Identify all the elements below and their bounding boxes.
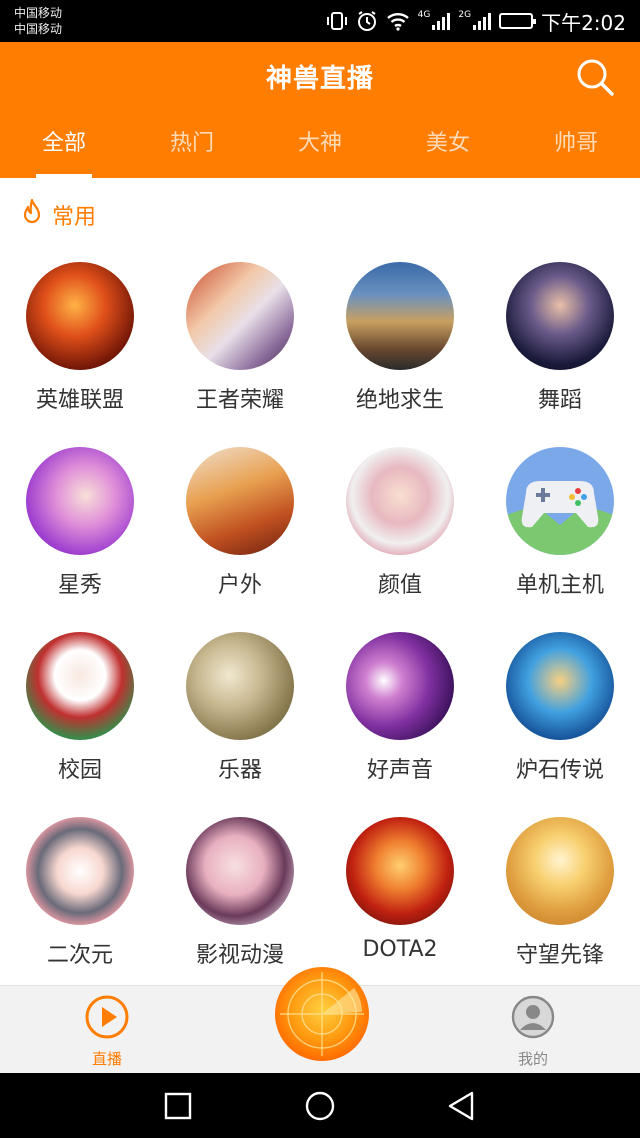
vibrate-icon [326, 11, 348, 31]
category-label: 守望先锋 [515, 943, 604, 968]
alarm-icon [356, 10, 378, 32]
dance-thumbnail [506, 262, 614, 370]
user-avatar-icon [483, 994, 583, 1044]
category-label: 王者荣耀 [195, 388, 284, 413]
nav-mine-label: 我的 [517, 1050, 548, 1068]
category-label: 影视动漫 [195, 943, 284, 968]
flame-icon [20, 198, 44, 232]
anime-thumbnail [26, 817, 134, 925]
lol-thumbnail [26, 262, 134, 370]
battery-icon [499, 13, 537, 29]
category-anime[interactable]: 二次元 [0, 817, 160, 1002]
category-outdoor[interactable]: 户外 [160, 447, 320, 632]
good-voice-thumbnail [346, 632, 454, 740]
outdoor-thumbnail [186, 447, 294, 555]
carrier-info: 中国移动 中国移动 [14, 5, 62, 37]
honor-of-kings-thumbnail [186, 262, 294, 370]
category-overwatch[interactable]: 守望先锋 [480, 817, 640, 1002]
category-label: 乐器 [217, 758, 262, 783]
category-grid: 英雄联盟 王者荣耀 绝地求生 舞蹈 星秀 户外 颜值 单机主机 校园 乐器 好声… [0, 262, 640, 1002]
clock: 下午2:02 [541, 10, 626, 35]
network-type-1: 4G [417, 10, 431, 20]
category-label: 绝地求生 [355, 388, 444, 413]
instruments-thumbnail [186, 632, 294, 740]
category-dance[interactable]: 舞蹈 [480, 262, 640, 447]
looks-thumbnail [346, 447, 454, 555]
category-pubg[interactable]: 绝地求生 [320, 262, 480, 447]
film-animation-thumbnail [186, 817, 294, 925]
category-good-voice[interactable]: 好声音 [320, 632, 480, 817]
search-icon[interactable] [574, 56, 616, 98]
category-tabs: 全部 热门 大神 美女 帅哥 [0, 124, 640, 178]
category-looks[interactable]: 颜值 [320, 447, 480, 632]
nav-mine[interactable]: 我的 [483, 994, 583, 1069]
radar-icon[interactable] [274, 966, 370, 1062]
carrier-1: 中国移动 [14, 6, 63, 20]
category-label: 校园 [57, 758, 102, 783]
category-label: 二次元 [46, 943, 113, 968]
star-show-thumbnail [26, 447, 134, 555]
home-icon[interactable] [302, 1088, 338, 1128]
network-type-2: 2G [458, 10, 472, 20]
campus-thumbnail [26, 632, 134, 740]
tab-hot[interactable]: 热门 [128, 124, 256, 178]
status-icons: 4G 2G 下午2:02 [326, 8, 626, 35]
app-header: 神兽直播 全部 热门 大神 美女 帅哥 [0, 42, 640, 178]
category-campus[interactable]: 校园 [0, 632, 160, 817]
nav-live[interactable]: 直播 [57, 994, 157, 1069]
category-label: 舞蹈 [537, 388, 582, 413]
signal-1-icon [432, 12, 451, 30]
gamepad-icon [506, 447, 614, 555]
recent-apps-icon[interactable] [162, 1090, 194, 1126]
category-console[interactable]: 单机主机 [480, 447, 640, 632]
carrier-2: 中国移动 [14, 22, 63, 36]
category-label: 好声音 [366, 758, 433, 783]
tab-beauties[interactable]: 美女 [384, 124, 512, 178]
hearthstone-thumbnail [506, 632, 614, 740]
play-circle-icon [57, 994, 157, 1044]
category-label: 户外 [217, 573, 262, 598]
overwatch-thumbnail [506, 817, 614, 925]
category-star-show[interactable]: 星秀 [0, 447, 160, 632]
nav-live-label: 直播 [91, 1050, 122, 1068]
section-title: 常用 [52, 205, 97, 230]
category-label: 炉石传说 [515, 758, 604, 783]
category-instruments[interactable]: 乐器 [160, 632, 320, 817]
category-lol[interactable]: 英雄联盟 [0, 262, 160, 447]
app-title: 神兽直播 [265, 64, 374, 94]
tab-all[interactable]: 全部 [0, 124, 128, 178]
pubg-thumbnail [346, 262, 454, 370]
category-label: 星秀 [57, 573, 102, 598]
tab-masters[interactable]: 大神 [256, 124, 384, 178]
status-bar: 中国移动 中国移动 4G 2G 下午2:02 [0, 0, 640, 42]
signal-2-icon [473, 12, 492, 30]
tab-handsome[interactable]: 帅哥 [512, 124, 640, 178]
category-label: 单机主机 [515, 573, 604, 598]
category-label: DOTA2 [362, 937, 438, 962]
category-hearthstone[interactable]: 炉石传说 [480, 632, 640, 817]
wifi-icon [386, 11, 410, 31]
section-header: 常用 [20, 198, 96, 232]
category-honor-of-kings[interactable]: 王者荣耀 [160, 262, 320, 447]
category-label: 颜值 [377, 573, 422, 598]
system-nav-bar [0, 1073, 640, 1138]
back-icon[interactable] [444, 1089, 478, 1127]
category-label: 英雄联盟 [35, 388, 124, 413]
dota2-thumbnail [346, 817, 454, 925]
